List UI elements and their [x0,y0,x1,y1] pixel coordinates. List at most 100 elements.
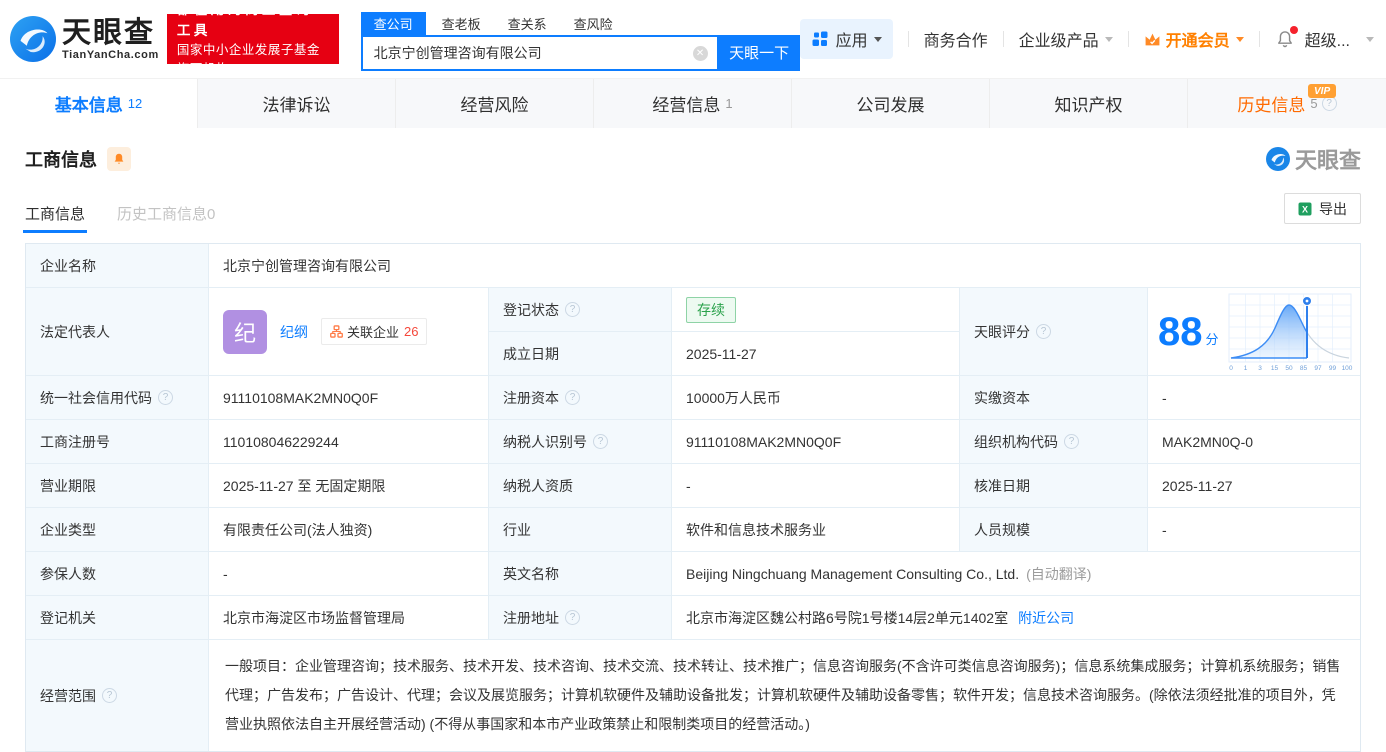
help-icon[interactable]: ? [1036,324,1051,339]
brand-name: 天眼查 [62,16,156,49]
vip-badge: VIP [1308,84,1337,98]
org-code-value: MAK2MN0Q-0 [1148,420,1360,463]
tab-operating-risk[interactable]: 经营风险 [396,79,594,128]
table-row: 参保人数 - 英文名称 Beijing Ningchuang Managemen… [26,552,1360,596]
credit-code-label-cell: 统一社会信用代码 ? [26,376,209,419]
search-tab-relation[interactable]: 查关系 [508,14,547,33]
tab-company-development[interactable]: 公司发展 [792,79,990,128]
nav-enterprise[interactable]: 企业级产品 [1019,27,1113,51]
business-info-table: 企业名称 北京宁创管理咨询有限公司 法定代表人 纪 纪纲 关联企业 26 登记状… [25,243,1361,752]
biz-term-label: 营业期限 [26,464,209,507]
related-companies-badge[interactable]: 关联企业 26 [321,318,428,345]
reg-status-label: 登记状态 [503,301,559,318]
taxpayer-quality-value: - [672,464,960,507]
chevron-down-icon [1235,36,1244,42]
chevron-down-icon [1366,36,1374,42]
legal-rep-link[interactable]: 纪纲 [280,322,308,342]
paid-capital-label: 实缴资本 [960,376,1148,419]
slogan-line1: 都在用的商业查询工具 [176,2,313,38]
address-label-cell: 注册地址 ? [489,596,672,639]
reg-capital-label: 注册资本 [503,389,559,406]
tab-history-info[interactable]: 历史信息 5 ? VIP [1188,79,1386,128]
subtab-history-business-info[interactable]: 历史工商信息0 [117,203,215,224]
subscribe-bell-button[interactable] [107,147,131,171]
divider [907,31,909,47]
svg-text:99: 99 [1328,365,1336,372]
score-value: 88 [1158,309,1203,354]
chevron-down-icon [873,36,882,42]
svg-text:X: X [1302,204,1308,214]
tab-operating-info[interactable]: 经营信息 1 [594,79,792,128]
tab-label: 经营信息 [652,96,721,115]
search-button[interactable]: 天眼一下 [718,34,800,71]
nav-apps[interactable]: 应用 [799,19,893,59]
notification-dot [1289,26,1298,34]
table-row: 法定代表人 纪 纪纲 关联企业 26 登记状态 ? 存续 成立日期 2025-1… [26,288,1360,376]
search-input[interactable]: 北京宁创管理咨询有限公司 ✕ [360,34,719,71]
insured-value: - [209,552,489,595]
tab-label: 基本信息 [54,96,123,115]
tab-count: 1 [725,96,733,111]
svg-text:97: 97 [1314,365,1322,372]
help-icon[interactable]: ? [1321,96,1337,111]
divider [1258,31,1260,47]
score-label-cell: 天眼评分 ? [960,288,1148,375]
nav-apps-label: 应用 [835,33,868,50]
chevron-down-icon [1104,36,1113,42]
nearby-companies-link[interactable]: 附近公司 [1018,608,1074,628]
help-icon[interactable]: ? [565,302,580,317]
tab-count: 12 [127,96,143,111]
score-label: 天眼评分 [974,323,1030,340]
watermark-text: 天眼查 [1294,148,1361,173]
export-button[interactable]: X 导出 [1284,193,1361,224]
reg-number-label: 工商注册号 [26,420,209,463]
nav-super-vip[interactable]: 超级... [1305,27,1374,51]
company-name-label: 企业名称 [26,244,209,287]
excel-icon: X [1298,202,1312,215]
tab-basic-info[interactable]: 基本信息 12 [0,79,198,128]
industry-value: 软件和信息技术服务业 [672,508,960,551]
org-chart-icon [330,325,343,338]
table-row: 企业类型 有限责任公司(法人独资) 行业 软件和信息技术服务业 人员规模 - [26,508,1360,552]
notifications-bell[interactable] [1275,26,1298,49]
paid-capital-value: - [1148,376,1360,419]
help-icon[interactable]: ? [158,390,173,405]
est-date-label: 成立日期 [489,332,672,375]
scope-label-cell: 经营范围 ? [26,640,209,751]
search-tab-risk[interactable]: 查风险 [574,14,613,33]
svg-text:85: 85 [1299,365,1307,372]
legal-rep-label: 法定代表人 [26,288,209,375]
auto-translate-note: (自动翻译) [1026,565,1092,582]
subtab-business-info[interactable]: 工商信息 [22,203,88,233]
nav-cooperation[interactable]: 商务合作 [924,27,988,51]
tab-label: 经营风险 [460,96,529,115]
score-marker-pin-center [1305,299,1308,302]
reg-capital-label-cell: 注册资本 ? [489,376,672,419]
en-name-cell: Beijing Ningchuang Management Consulting… [672,552,1360,595]
status-badge: 存续 [686,296,736,323]
score-distribution-chart: 0 1 3 15 50 85 97 99 100 [1228,293,1352,372]
related-companies-label: 关联企业 [347,325,400,340]
subtabs: 工商信息 历史工商信息0 X 导出 [22,193,1361,233]
divider [1002,31,1004,47]
help-icon[interactable]: ? [565,610,580,625]
bell-icon [114,153,124,164]
biz-term-value: 2025-11-27 至 无固定期限 [209,464,489,507]
address-label: 注册地址 [503,609,559,626]
tab-intellectual-property[interactable]: 知识产权 [990,79,1188,128]
clear-search-icon[interactable]: ✕ [692,45,708,61]
reg-capital-value: 10000万人民币 [672,376,960,419]
help-icon[interactable]: ? [565,390,580,405]
company-name-value: 北京宁创管理咨询有限公司 [209,244,1360,287]
tab-legal-proceedings[interactable]: 法律诉讼 [198,79,396,128]
nav-open-vip[interactable]: 开通会员 [1144,27,1244,51]
export-label: 导出 [1319,200,1347,217]
avatar[interactable]: 纪 [223,309,267,354]
tianyancha-logo[interactable]: 天眼查 TianYanCha.com [10,16,159,62]
help-icon[interactable]: ? [102,688,117,703]
help-icon[interactable]: ? [1064,434,1079,449]
search-tab-company[interactable]: 查公司 [360,11,426,35]
search-tab-boss[interactable]: 查老板 [442,14,481,33]
help-icon[interactable]: ? [593,434,608,449]
company-tabbar: 基本信息 12 法律诉讼 经营风险 经营信息 1 公司发展 知识产权 历史信息 … [0,78,1386,128]
